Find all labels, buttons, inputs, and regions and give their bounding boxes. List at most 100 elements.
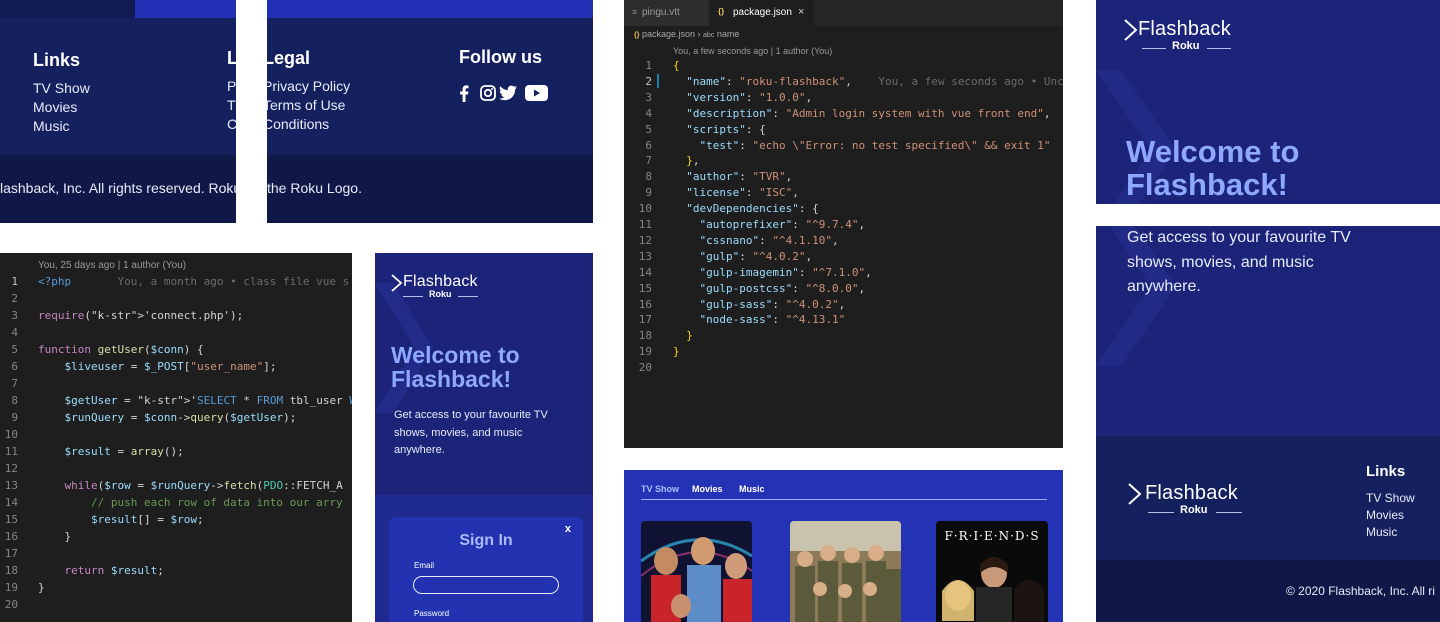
twitter-icon[interactable]	[499, 85, 517, 101]
welcome-heading: Welcome to Flashback!	[1126, 134, 1300, 202]
code-line: "gulp-sass": "^4.0.2",	[699, 297, 846, 311]
tab-pingu-vtt[interactable]: ≡ pingu.vtt	[624, 0, 708, 26]
line-number: 3	[11, 309, 18, 322]
code-line: "author": "TVR",	[686, 170, 793, 184]
php-editor: You, 25 days ago | 1 author (You) 1 <?php…	[0, 253, 352, 622]
line-number: 2	[645, 74, 652, 88]
code-line: "autoprefixer": "^9.7.4",	[699, 218, 866, 231]
footer-panel-left: Links TV Show Movies Music L P T C lashb…	[0, 0, 236, 223]
code-line: }	[686, 329, 693, 343]
email-field[interactable]	[413, 576, 559, 594]
brand-rule-right	[1216, 512, 1242, 513]
code-line: "gulp-imagemin": "^7.1.0",	[699, 265, 872, 279]
footer-link-tv-show[interactable]: TV Show	[33, 80, 90, 96]
code-line: function getUser($conn) {	[38, 343, 204, 356]
footer-copyright-bar: © 2020 Flashback, Inc. All ri	[1096, 560, 1440, 622]
code-line: "version": "1.0.0",	[686, 90, 813, 104]
youtube-icon[interactable]	[525, 85, 548, 101]
footer-link-conditions[interactable]: Conditions	[267, 116, 329, 132]
editor-tab-bar: ≡ pingu.vtt {} package.json ×	[624, 0, 1063, 26]
footer-link-privacy-policy[interactable]: Privacy Policy	[267, 78, 350, 94]
line-number: 18	[4, 564, 18, 577]
welcome-subtext: Get access to your favourite TV shows, m…	[1127, 226, 1351, 300]
footer-link-movies[interactable]: Movies	[33, 99, 77, 115]
line-number: 20	[4, 598, 18, 611]
breadcrumb-symbol[interactable]: name	[717, 29, 740, 39]
code-line: return $result;	[64, 564, 164, 577]
line-number: 18	[638, 329, 652, 343]
code-line: "scripts": {	[686, 122, 766, 136]
braces-icon: {}	[718, 7, 725, 16]
subtext-line-2: shows, movies, and music	[394, 426, 523, 439]
footer-copyright-text-right: the Roku Logo.	[267, 180, 362, 196]
line-number: 15	[4, 513, 18, 526]
code-line: // push each row of data into our arry	[38, 496, 343, 509]
footer-link-terms-of-use[interactable]: Terms of Use	[267, 97, 345, 113]
footer-link-music[interactable]: Music	[1366, 525, 1397, 539]
line-number: 11	[4, 445, 18, 458]
subtext-line-3: anywhere.	[1127, 278, 1201, 295]
brand-sub: Roku	[1180, 504, 1208, 516]
abc-icon: abc	[703, 32, 715, 39]
tab-package-json[interactable]: {} package.json ×	[710, 0, 814, 26]
footer-legal-heading: Legal	[267, 48, 311, 68]
star-trek-image	[641, 521, 752, 622]
code-line: "cssnano": "^4.1.10",	[699, 233, 839, 247]
subtext-line-1: Get access to your favourite TV	[394, 409, 548, 421]
footer-link-tv-show[interactable]: TV Show	[1366, 491, 1415, 505]
signin-close-button[interactable]: x	[565, 523, 571, 535]
site-footer: Flashback Roku Links TV Show Movies Musi…	[1096, 436, 1440, 622]
footer-links-heading: Links	[1366, 463, 1406, 480]
line-number: 12	[4, 462, 18, 475]
poster-mash[interactable]	[790, 521, 901, 622]
line-number: 6	[11, 360, 18, 373]
code-line: "gulp": "^4.0.2",	[699, 249, 813, 263]
breadcrumb-file[interactable]: package.json	[642, 29, 695, 39]
brand-rule-left	[1148, 512, 1174, 513]
code-line: },	[686, 154, 700, 168]
friends-image	[942, 557, 1044, 622]
line-number: 17	[4, 547, 18, 560]
line-number: 9	[645, 186, 652, 200]
footer-link-movies[interactable]: Movies	[1366, 508, 1404, 522]
footer-links-heading: Links	[33, 50, 81, 70]
tab-movies[interactable]: Movies	[692, 484, 723, 494]
breadcrumb: {} package.json › abc name	[634, 29, 739, 39]
email-label: Email	[414, 561, 435, 570]
line-number: 14	[638, 265, 652, 279]
subtext-line-2: shows, movies, and music	[1127, 253, 1314, 271]
line-number: 9	[11, 411, 18, 424]
line-number: 11	[638, 218, 652, 231]
welcome-line-1: Welcome to	[391, 342, 520, 368]
instagram-icon[interactable]	[480, 85, 496, 101]
welcome-line-1: Welcome to	[1126, 134, 1300, 169]
facebook-icon[interactable]	[459, 85, 469, 102]
footer-link-music[interactable]: Music	[33, 118, 70, 134]
brand-sub: Roku	[429, 289, 452, 299]
brand-rule-left	[1142, 48, 1166, 49]
code-line: "node-sass": "^4.13.1"	[699, 313, 846, 327]
close-icon[interactable]: ×	[798, 6, 804, 18]
tab-music[interactable]: Music	[739, 484, 765, 494]
poster-star-trek[interactable]	[641, 521, 752, 622]
brand-name: Flashback	[1138, 18, 1231, 40]
line-number: 13	[4, 479, 18, 492]
tab-tv-show[interactable]: TV Show	[641, 484, 679, 494]
footer-follow-heading: Follow us	[459, 47, 542, 67]
welcome-heading: Welcome to Flashback!	[391, 343, 520, 392]
code-line: require("k-str">'connect.php');	[38, 309, 244, 322]
line-number: 5	[11, 343, 18, 356]
flashback-logo-icon	[391, 274, 403, 292]
braces-icon: {}	[634, 32, 640, 39]
poster-friends[interactable]: F·R·I·E·N·D·S	[936, 521, 1048, 622]
welcome-line-2: Flashback!	[391, 366, 512, 393]
subtext-line-1: Get access to your favourite TV	[1127, 229, 1351, 246]
line-number: 15	[638, 281, 652, 295]
file-lines-icon: ≡	[632, 7, 638, 17]
line-number: 8	[645, 170, 652, 184]
footer-legal-letter-c: C	[227, 116, 236, 132]
brand-rule-right	[458, 296, 478, 297]
line-number: 19	[4, 581, 18, 594]
code-line: }	[38, 530, 72, 543]
line-number: 1	[11, 275, 18, 288]
